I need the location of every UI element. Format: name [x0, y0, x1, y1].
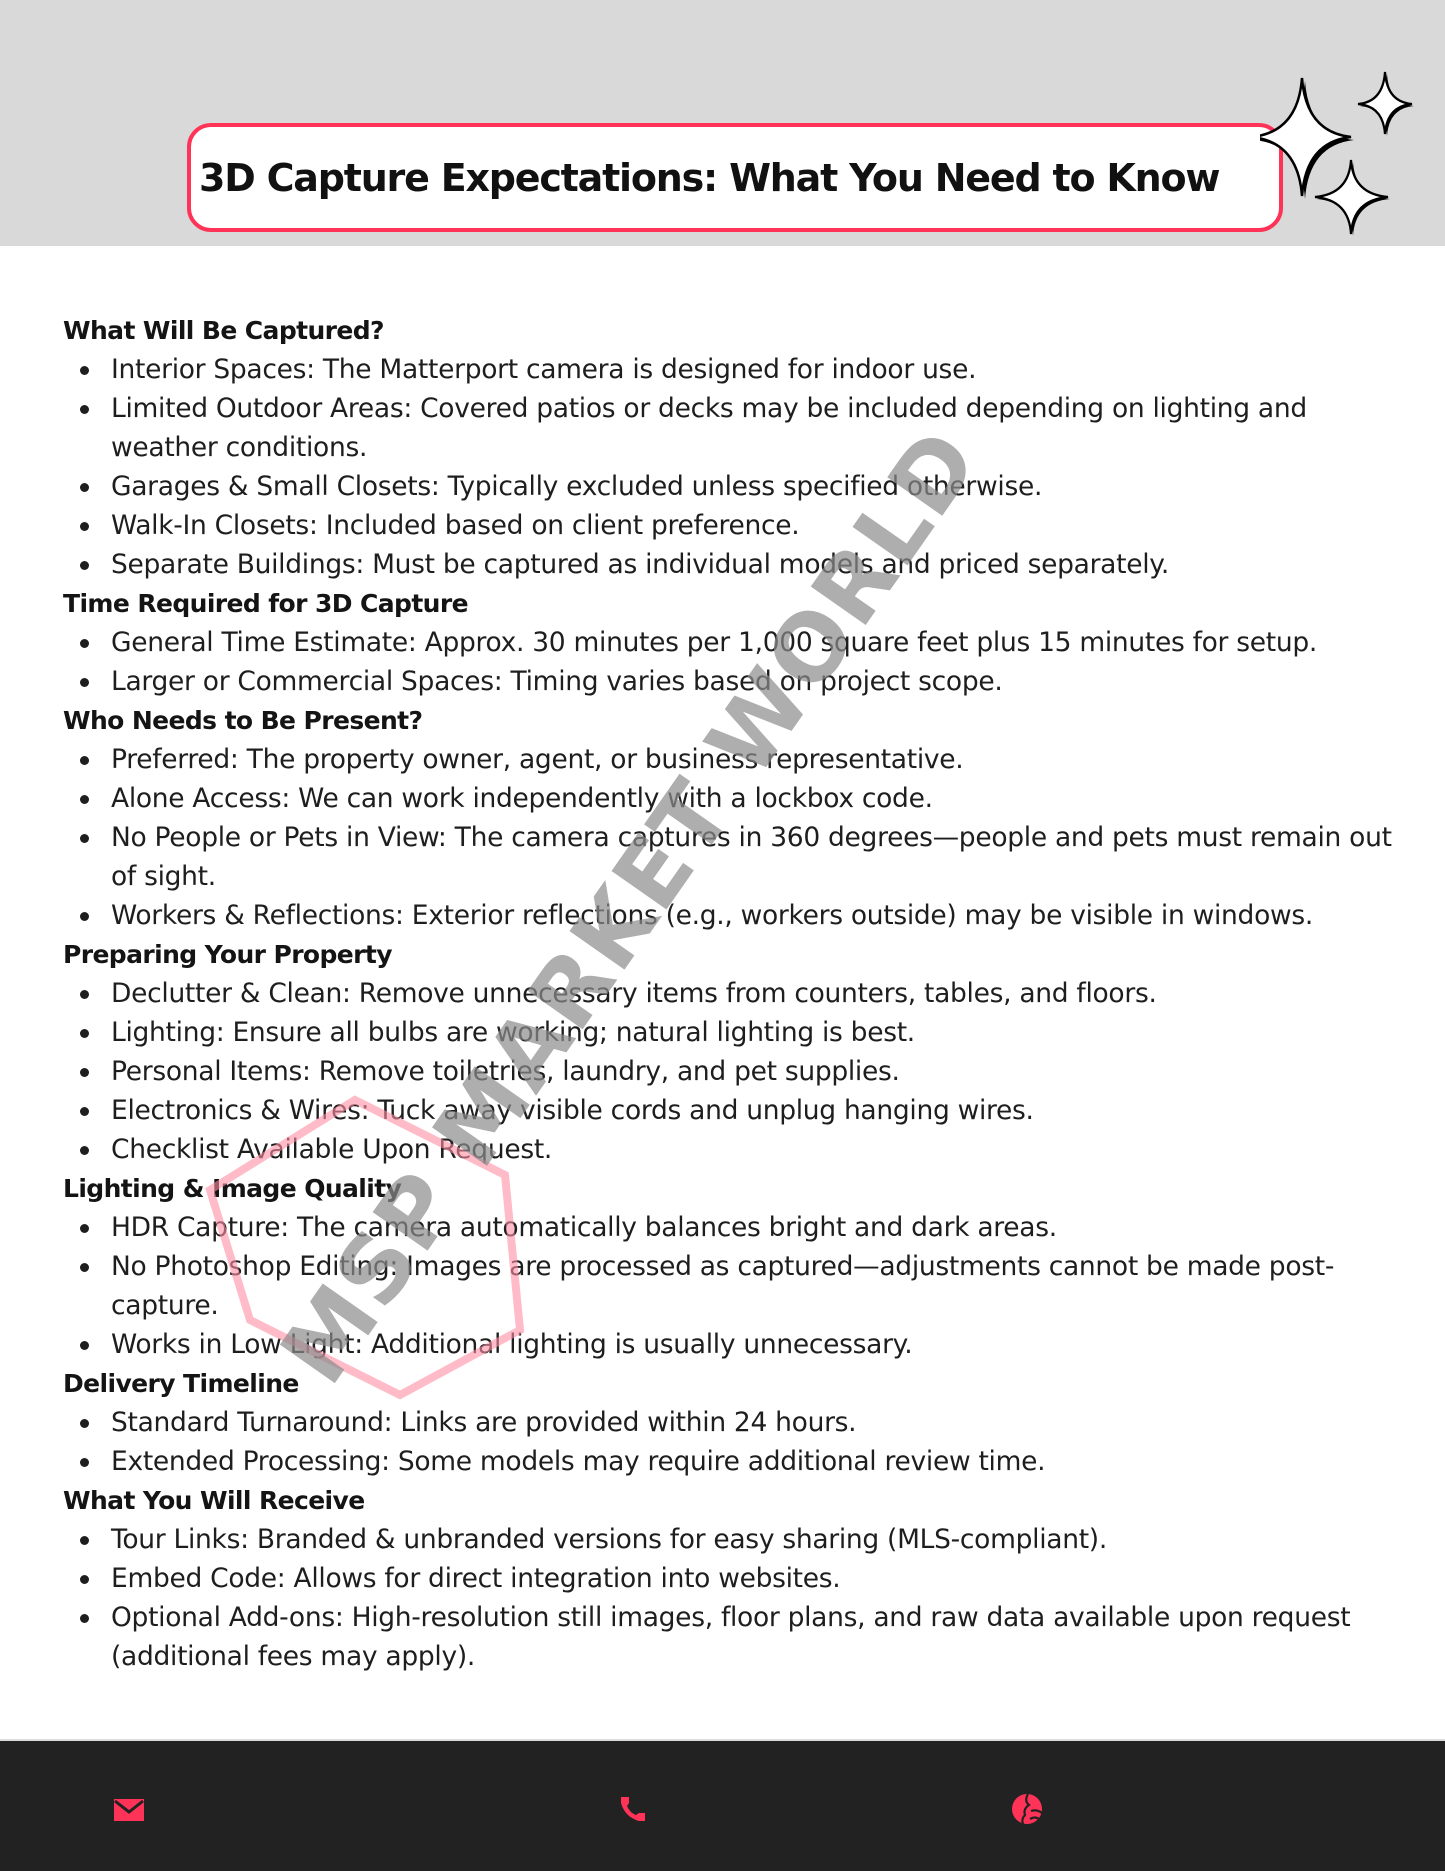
- sparkle-small-top-icon: [1357, 71, 1414, 136]
- list-item: Workers & Reflections: Exterior reflecti…: [63, 896, 1403, 935]
- list-item: Extended Processing: Some models may req…: [63, 1442, 1403, 1481]
- list-item: Standard Turnaround: Links are provided …: [63, 1403, 1403, 1442]
- footer: [0, 1739, 1445, 1871]
- list-item: Declutter & Clean: Remove unnecessary it…: [63, 974, 1403, 1013]
- bullet-list: Tour Links: Branded & unbranded versions…: [63, 1520, 1403, 1676]
- section-heading: Lighting & Image Quality: [63, 1174, 402, 1203]
- bullet-list: Preferred: The property owner, agent, or…: [63, 740, 1403, 935]
- bullet-list: Declutter & Clean: Remove unnecessary it…: [63, 974, 1403, 1169]
- page-title: 3D Capture Expectations: What You Need t…: [199, 155, 1220, 200]
- sparkle-large-icon: [1260, 77, 1354, 199]
- list-item: Preferred: The property owner, agent, or…: [63, 740, 1403, 779]
- sparkle-small-bottom-icon: [1314, 159, 1390, 236]
- sparkles-icon: [1260, 71, 1414, 236]
- list-item: Embed Code: Allows for direct integratio…: [63, 1559, 1403, 1598]
- list-item: Lighting: Ensure all bulbs are working; …: [63, 1013, 1403, 1052]
- list-item: No People or Pets in View: The camera ca…: [63, 818, 1403, 896]
- section-heading: Delivery Timeline: [63, 1369, 299, 1398]
- list-item: Separate Buildings: Must be captured as …: [63, 545, 1403, 584]
- section-heading: What You Will Receive: [63, 1486, 365, 1515]
- list-item: Alone Access: We can work independently …: [63, 779, 1403, 818]
- section-heading: What Will Be Captured?: [63, 316, 385, 345]
- mail-icon[interactable]: [113, 1793, 145, 1825]
- section-heading: Preparing Your Property: [63, 940, 393, 969]
- bullet-list: Interior Spaces: The Matterport camera i…: [63, 350, 1403, 584]
- list-item: Tour Links: Branded & unbranded versions…: [63, 1520, 1403, 1559]
- bullet-list: General Time Estimate: Approx. 30 minute…: [63, 623, 1403, 701]
- list-item: Works in Low Light: Additional lighting …: [63, 1325, 1403, 1364]
- section-heading: Who Needs to Be Present?: [63, 706, 423, 735]
- list-item: Walk-In Closets: Included based on clien…: [63, 506, 1403, 545]
- list-item: General Time Estimate: Approx. 30 minute…: [63, 623, 1403, 662]
- document-body: What Will Be Captured? Interior Spaces: T…: [63, 311, 1403, 1676]
- section-heading: Time Required for 3D Capture: [63, 589, 469, 618]
- title-box: 3D Capture Expectations: What You Need t…: [187, 123, 1283, 232]
- list-item: Limited Outdoor Areas: Covered patios or…: [63, 389, 1403, 467]
- list-item: Optional Add-ons: High-resolution still …: [63, 1598, 1403, 1676]
- list-item: Personal Items: Remove toiletries, laund…: [63, 1052, 1403, 1091]
- list-item: Garages & Small Closets: Typically exclu…: [63, 467, 1403, 506]
- list-item: Checklist Available Upon Request.: [63, 1130, 1403, 1169]
- bullet-list: HDR Capture: The camera automatically ba…: [63, 1208, 1403, 1364]
- list-item: No Photoshop Editing: Images are process…: [63, 1247, 1403, 1325]
- phone-icon[interactable]: [617, 1793, 649, 1825]
- list-item: Interior Spaces: The Matterport camera i…: [63, 350, 1403, 389]
- list-item: Electronics & Wires: Tuck away visible c…: [63, 1091, 1403, 1130]
- globe-icon[interactable]: [1011, 1793, 1043, 1825]
- list-item: Larger or Commercial Spaces: Timing vari…: [63, 662, 1403, 701]
- bullet-list: Standard Turnaround: Links are provided …: [63, 1403, 1403, 1481]
- list-item: HDR Capture: The camera automatically ba…: [63, 1208, 1403, 1247]
